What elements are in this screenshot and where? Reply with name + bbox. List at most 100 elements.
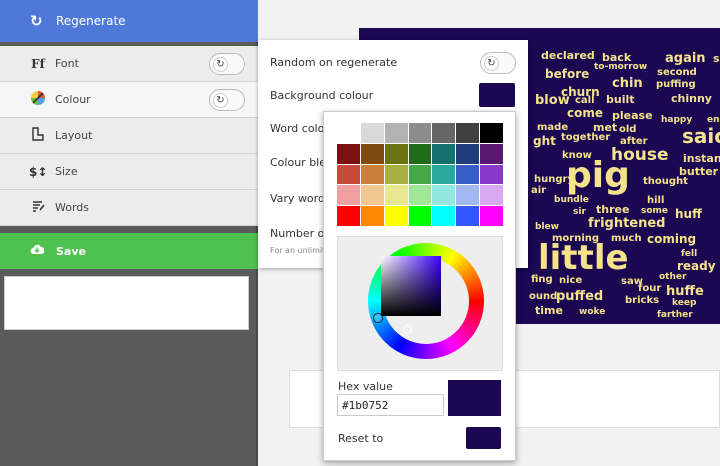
cloud-word: huffe [666,284,704,299]
cloud-word: call [575,95,595,106]
palette-swatch[interactable] [408,123,432,143]
palette-swatch[interactable] [384,143,408,164]
cloud-word: some [641,206,669,216]
cloud-word: old [619,124,637,135]
cloud-word: keep [672,298,697,308]
palette-swatch[interactable] [432,185,456,206]
cloud-word: ready [677,259,716,273]
sidebar-item-label: Font [55,57,79,70]
cloud-download-icon [30,244,48,258]
cloud-word: huff [675,207,702,221]
cloud-word: three [596,203,630,216]
current-colour-preview [448,380,501,416]
words-icon [29,200,47,215]
cloud-word: coming [647,232,697,246]
palette-swatch[interactable] [360,164,384,185]
hue-handle[interactable] [373,313,383,323]
reset-colour-swatch[interactable] [466,427,501,449]
sidebar-item-size[interactable]: $↕ Size [0,154,258,190]
palette-swatch[interactable] [384,164,408,185]
refresh-icon: ↻ [484,56,499,71]
sidebar-item-colour[interactable]: Colour ↻ [0,82,258,118]
palette-swatch[interactable] [408,143,432,164]
cloud-word: fing [531,274,553,285]
sidebar-item-label: Words [55,201,90,214]
sidebar-item-words[interactable]: Words [0,190,258,226]
colour-random-toggle[interactable]: ↻ [209,89,245,111]
cloud-word: hill [647,195,665,206]
save-button[interactable]: Save [0,233,258,269]
palette-swatch[interactable] [408,164,432,185]
palette-swatch[interactable] [456,164,480,185]
saturation-lightness-square[interactable] [381,256,441,316]
colour-wheel-area [337,236,503,371]
palette-swatch[interactable] [384,123,408,143]
cloud-word: bundle [554,195,589,205]
refresh-icon: ↻ [213,93,228,108]
palette-swatch[interactable] [480,185,503,206]
palette-swatch[interactable] [432,164,456,185]
cloud-word: together [561,132,611,143]
regenerate-button[interactable]: ↻ Regenerate [0,0,258,42]
palette-swatch[interactable] [360,206,384,226]
cloud-word: frightened [588,216,666,231]
font-random-toggle[interactable]: ↻ [209,53,245,75]
cloud-word: before [545,67,590,81]
save-label: Save [56,244,86,258]
hex-value-input[interactable] [337,394,444,416]
hue-wheel[interactable] [368,243,484,359]
palette-swatch[interactable] [480,206,503,226]
palette-swatch[interactable] [456,185,480,206]
sidebar-item-layout[interactable]: Layout [0,118,258,154]
palette-swatch[interactable] [360,143,384,164]
palette-swatch[interactable] [456,123,480,143]
hint-text: For an unlimit [270,246,326,255]
colour-palette-grid [337,123,503,226]
palette-swatch[interactable] [337,206,360,226]
background-colour-swatch[interactable] [479,83,515,107]
layout-icon [29,127,47,144]
random-on-regenerate-label: Random on regenerate [270,56,398,69]
reset-to-label: Reset to [338,432,384,445]
cloud-word: declared [541,49,595,62]
palette-swatch[interactable] [456,143,480,164]
palette-swatch[interactable] [432,206,456,226]
random-on-regenerate-toggle[interactable]: ↻ [480,52,516,74]
refresh-icon: ↻ [213,57,228,72]
cloud-word: saic [682,124,720,148]
cloud-word: ound [529,291,558,302]
palette-swatch[interactable] [480,123,503,143]
palette-swatch[interactable] [337,123,360,143]
palette-swatch[interactable] [480,143,503,164]
palette-swatch[interactable] [408,185,432,206]
palette-swatch[interactable] [480,164,503,185]
sidebar-item-font[interactable]: Ff Font ↻ [0,46,258,82]
palette-swatch[interactable] [384,185,408,206]
palette-swatch[interactable] [432,143,456,164]
cloud-word: other [659,272,687,282]
cloud-word: chinny [671,92,712,105]
background-colour-label: Background colour [270,89,374,102]
palette-swatch[interactable] [408,206,432,226]
saturation-handle[interactable] [403,325,412,334]
cloud-word: again [665,51,706,66]
cloud-word: please [612,109,653,122]
palette-swatch[interactable] [337,143,360,164]
palette-swatch[interactable] [432,123,456,143]
cloud-word: little [538,238,629,278]
cloud-word: ght [533,134,556,148]
cloud-word: nice [559,275,583,286]
cloud-word: puffed [556,289,604,304]
hex-value-label: Hex value [338,380,393,393]
cloud-word: farther [657,310,693,320]
cloud-word: pig [566,155,630,196]
palette-swatch[interactable] [384,206,408,226]
palette-swatch[interactable] [337,164,360,185]
cloud-word: time [535,304,563,317]
refresh-icon: ↻ [30,12,43,30]
palette-swatch[interactable] [360,123,384,143]
palette-swatch[interactable] [360,185,384,206]
cloud-word: chin [612,76,643,91]
palette-swatch[interactable] [337,185,360,206]
palette-swatch[interactable] [456,206,480,226]
